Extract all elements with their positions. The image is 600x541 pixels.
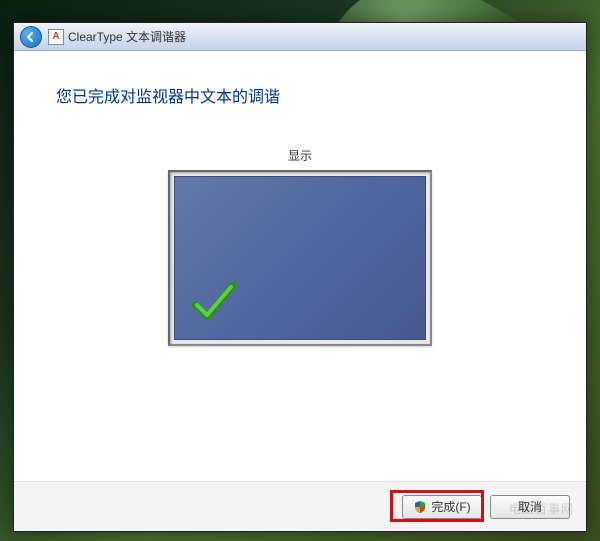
cancel-button[interactable]: 取消 bbox=[490, 495, 570, 519]
back-arrow-icon bbox=[25, 31, 37, 43]
monitor-preview-frame bbox=[168, 170, 432, 346]
app-icon: A bbox=[48, 29, 64, 45]
titlebar: A ClearType 文本调谐器 bbox=[14, 23, 586, 51]
monitor-preview-screen bbox=[174, 176, 426, 340]
cancel-button-label: 取消 bbox=[518, 498, 542, 515]
page-heading: 您已完成对监视器中文本的调谐 bbox=[56, 83, 544, 107]
finish-button-label: 完成(F) bbox=[431, 498, 470, 515]
footer-bar: 完成(F) 取消 bbox=[14, 481, 586, 531]
back-button[interactable] bbox=[20, 26, 42, 48]
content-area: 您已完成对监视器中文本的调谐 显示 bbox=[14, 51, 586, 481]
window-title: ClearType 文本调谐器 bbox=[68, 28, 186, 45]
dialog-window: A ClearType 文本调谐器 您已完成对监视器中文本的调谐 显示 bbox=[13, 22, 587, 532]
checkmark-icon bbox=[189, 277, 239, 327]
finish-button[interactable]: 完成(F) bbox=[402, 495, 482, 519]
monitor-label: 显示 bbox=[56, 147, 544, 164]
shield-icon bbox=[413, 500, 427, 514]
